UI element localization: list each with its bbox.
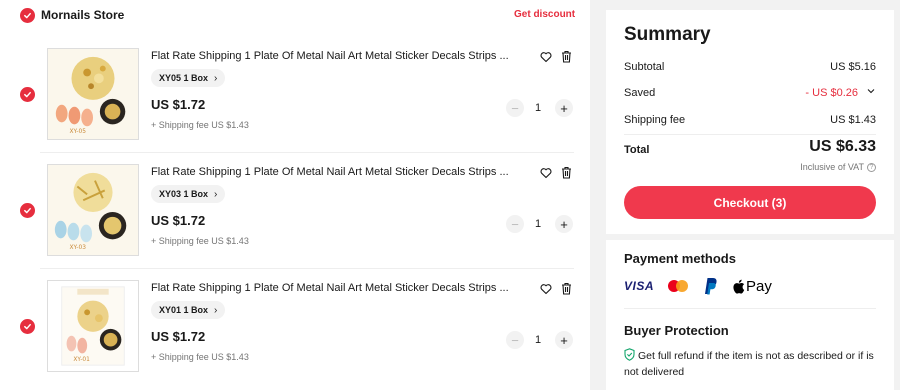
variant-label: XY03 1 Box <box>159 189 209 199</box>
quantity-value: 1 <box>534 218 542 230</box>
chevron-right-icon: › <box>214 188 218 200</box>
payment-icons: VISA Pay <box>624 276 772 296</box>
cart-item: XY-05 Flat Rate Shipping 1 Plate Of Meta… <box>0 37 590 153</box>
product-image[interactable]: XY-05 <box>47 48 139 140</box>
payment-methods-title: Payment methods <box>624 251 736 266</box>
item-price: US $1.72 <box>151 97 206 112</box>
variant-label: XY05 1 Box <box>159 73 209 83</box>
quantity-decrease-button[interactable]: − <box>506 331 524 349</box>
product-title[interactable]: Flat Rate Shipping 1 Plate Of Metal Nail… <box>151 282 526 294</box>
product-title[interactable]: Flat Rate Shipping 1 Plate Of Metal Nail… <box>151 166 526 178</box>
checkout-button[interactable]: Checkout (3) <box>624 186 876 219</box>
minus-icon: − <box>511 216 519 232</box>
summary-title: Summary <box>624 24 711 45</box>
subtotal-value: US $5.16 <box>830 61 876 73</box>
plus-icon: + <box>560 100 568 116</box>
quantity-increase-button[interactable]: + <box>555 215 573 233</box>
heart-icon[interactable] <box>540 51 552 63</box>
item-shipping-fee: + Shipping fee US $1.43 <box>151 120 249 130</box>
cart-panel: Mornails Store Get discount XY-05 Flat R… <box>0 0 590 390</box>
mastercard-icon <box>668 279 689 293</box>
product-image[interactable]: XY-01 <box>47 280 139 372</box>
trash-icon[interactable] <box>561 166 572 179</box>
payment-panel: Payment methods VISA Pay Buyer Protectio… <box>606 240 894 390</box>
cart-item: XY-01 Flat Rate Shipping 1 Plate Of Meta… <box>0 269 590 385</box>
buyer-protection-label: Get full refund if the item is not as de… <box>624 350 874 378</box>
store-select-checkbox[interactable] <box>20 8 35 23</box>
item-select-checkbox[interactable] <box>20 87 35 102</box>
item-shipping-fee: + Shipping fee US $1.43 <box>151 236 249 246</box>
apple-pay-label: Pay <box>746 277 772 295</box>
checkmark-icon <box>24 207 31 214</box>
item-price: US $1.72 <box>151 329 206 344</box>
visa-icon: VISA <box>624 279 655 293</box>
divider <box>624 308 876 309</box>
buyer-protection-text: Get full refund if the item is not as de… <box>624 348 882 380</box>
paypal-icon <box>705 278 717 295</box>
apple-icon <box>733 279 745 294</box>
cart-item: XY-03 Flat Rate Shipping 1 Plate Of Meta… <box>0 153 590 269</box>
variant-selector[interactable]: XY03 1 Box › <box>151 185 226 203</box>
total-value: US $6.33 <box>809 138 876 155</box>
product-title[interactable]: Flat Rate Shipping 1 Plate Of Metal Nail… <box>151 50 526 62</box>
buyer-protection-title: Buyer Protection <box>624 323 729 338</box>
variant-selector[interactable]: XY01 1 Box › <box>151 301 226 319</box>
trash-icon[interactable] <box>561 50 572 63</box>
item-select-checkbox[interactable] <box>20 203 35 218</box>
chevron-down-icon[interactable] <box>866 86 876 96</box>
quantity-value: 1 <box>534 102 542 114</box>
saved-value: - US $0.26 <box>805 87 858 99</box>
chevron-right-icon: › <box>214 304 218 316</box>
quantity-increase-button[interactable]: + <box>555 99 573 117</box>
variant-selector[interactable]: XY05 1 Box › <box>151 69 226 87</box>
shipping-value: US $1.43 <box>830 114 876 126</box>
heart-icon[interactable] <box>540 283 552 295</box>
thumb-label: XY-03 <box>70 245 87 251</box>
saved-label: Saved <box>624 87 656 99</box>
help-icon[interactable]: ? <box>867 162 876 172</box>
quantity-decrease-button[interactable]: − <box>506 215 524 233</box>
plus-icon: + <box>560 216 568 232</box>
variant-label: XY01 1 Box <box>159 305 209 315</box>
divider <box>624 134 876 135</box>
quantity-value: 1 <box>534 334 542 346</box>
apple-pay-icon: Pay <box>732 278 772 295</box>
thumb-label: XY-01 <box>73 357 90 363</box>
store-name[interactable]: Mornails Store <box>41 8 124 22</box>
trash-icon[interactable] <box>561 282 572 295</box>
order-summary: Summary Subtotal US $5.16 Saved - US $0.… <box>606 10 894 234</box>
shield-check-icon <box>624 348 635 361</box>
chevron-right-icon: › <box>214 72 218 84</box>
vat-label: Inclusive of VAT <box>800 162 864 172</box>
thumb-label: XY-05 <box>70 129 87 135</box>
item-select-checkbox[interactable] <box>20 319 35 334</box>
checkmark-icon <box>24 323 31 330</box>
plus-icon: + <box>560 332 568 348</box>
total-label: Total <box>624 144 650 156</box>
minus-icon: − <box>511 100 519 116</box>
get-discount-link[interactable]: Get discount <box>514 9 575 20</box>
item-shipping-fee: + Shipping fee US $1.43 <box>151 352 249 362</box>
minus-icon: − <box>511 332 519 348</box>
checkmark-icon <box>24 91 31 98</box>
quantity-increase-button[interactable]: + <box>555 331 573 349</box>
item-price: US $1.72 <box>151 213 206 228</box>
subtotal-label: Subtotal <box>624 61 665 73</box>
quantity-decrease-button[interactable]: − <box>506 99 524 117</box>
checkmark-icon <box>24 12 31 19</box>
product-image[interactable]: XY-03 <box>47 164 139 256</box>
shipping-label: Shipping fee <box>624 114 686 126</box>
vat-note: Inclusive of VAT ? <box>800 162 876 172</box>
heart-icon[interactable] <box>540 167 552 179</box>
store-header: Mornails Store Get discount <box>0 0 590 32</box>
